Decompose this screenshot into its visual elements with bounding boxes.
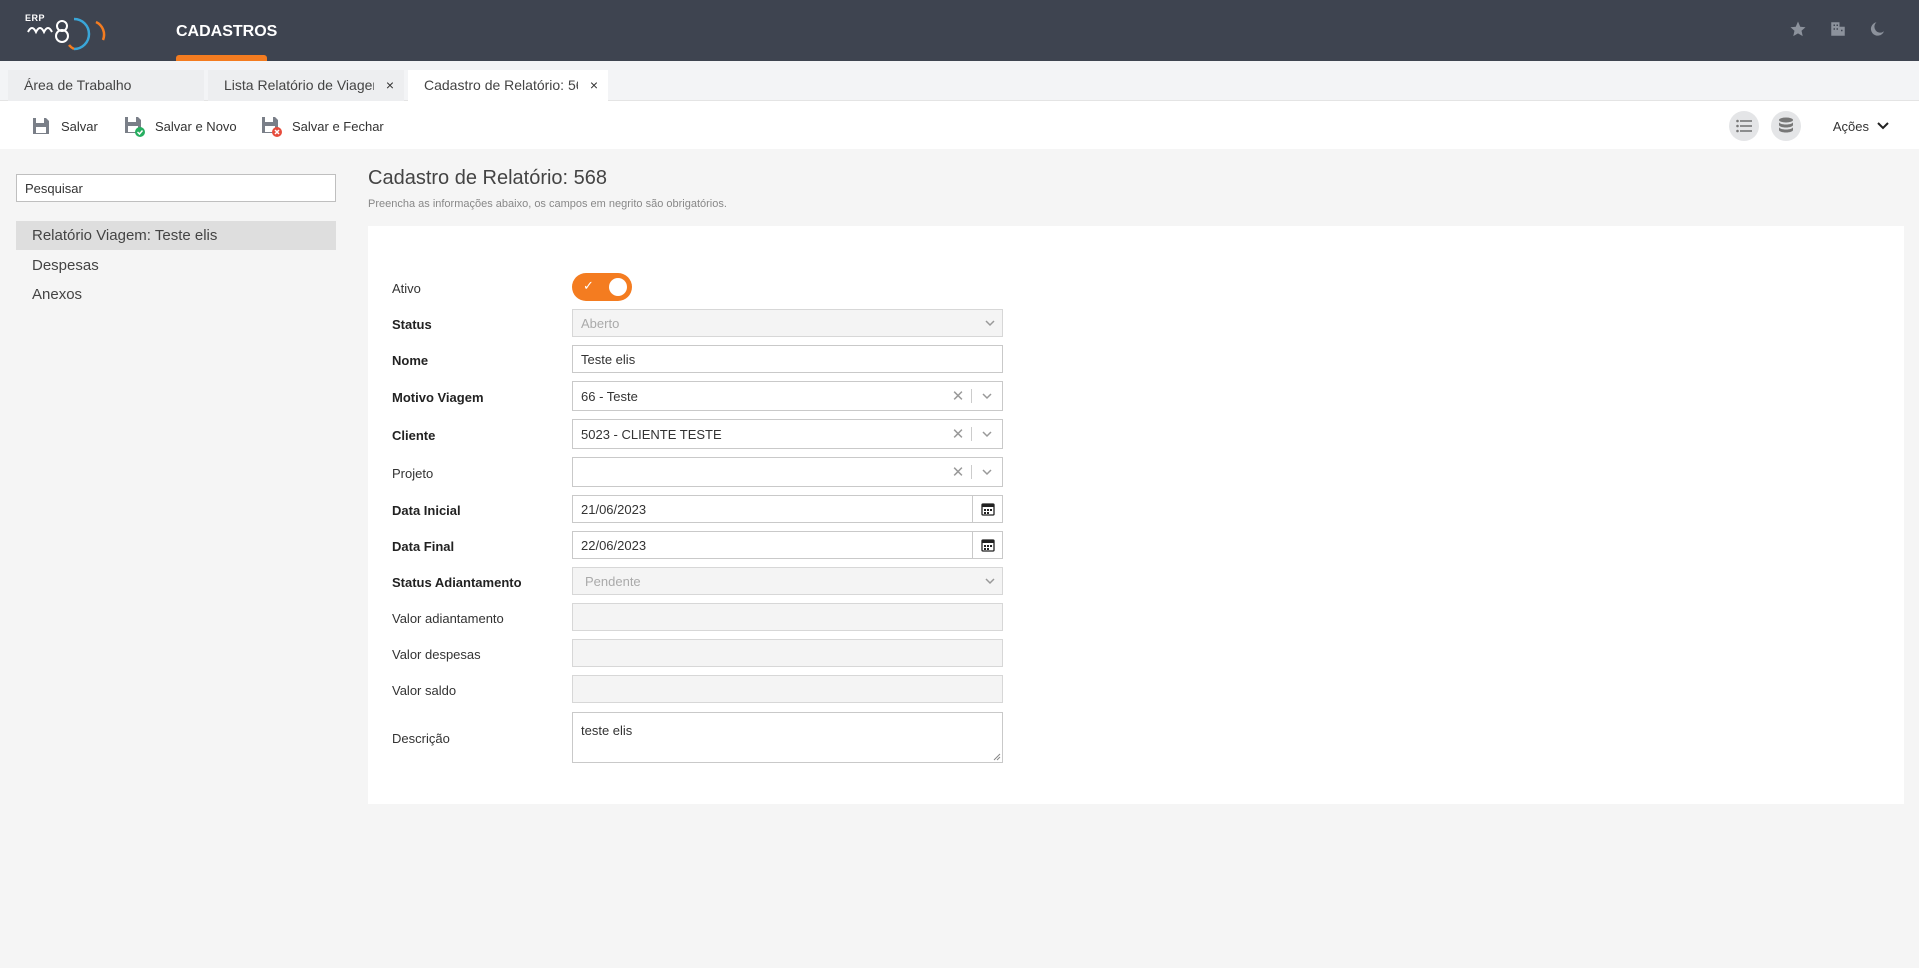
save-and-close-label: Salvar e Fechar	[292, 118, 384, 134]
top-bar: ERP CADASTROS	[0, 0, 1919, 61]
descricao-textarea[interactable]: teste elis	[572, 712, 1003, 763]
chevron-down-icon	[1877, 122, 1889, 130]
star-icon[interactable]	[1787, 18, 1809, 40]
database-icon	[1778, 117, 1793, 133]
toolbar: Salvar Salvar e Novo Salvar e Fechar Açõ…	[0, 101, 1919, 149]
ativo-toggle[interactable]: ✓	[572, 273, 632, 301]
status-adiantamento-label: Status Adiantamento	[392, 575, 522, 590]
status-adiantamento-value: Pendente	[585, 573, 641, 589]
page-title: Cadastro de Relatório: 568	[368, 167, 608, 189]
building-icon[interactable]	[1827, 18, 1849, 40]
calendar-icon[interactable]	[972, 496, 1002, 522]
chevron-down-icon	[985, 578, 995, 585]
tab-area-de-trabalho[interactable]: Área de Trabalho	[8, 70, 204, 101]
motivo-viagem-label: Motivo Viagem	[392, 390, 484, 405]
clear-icon[interactable]: ✕	[945, 425, 971, 443]
save-and-new-label: Salvar e Novo	[155, 118, 237, 134]
cliente-select[interactable]: 5023 - CLIENTE TESTE ✕	[572, 419, 1003, 449]
valor-saldo-label: Valor saldo	[392, 683, 457, 698]
tab-label: Lista Relatório de Viagem	[224, 77, 374, 93]
calendar-icon[interactable]	[972, 532, 1002, 558]
valor-saldo-input[interactable]	[572, 675, 1003, 703]
tab-cadastro-relatorio[interactable]: Cadastro de Relatório: 568 ×	[408, 70, 608, 101]
tab-lista-relatorio[interactable]: Lista Relatório de Viagem ×	[208, 70, 404, 101]
data-inicial-input[interactable]: 21/06/2023	[572, 495, 1003, 523]
cliente-label: Cliente	[392, 428, 436, 443]
motivo-viagem-value: 66 - Teste	[581, 388, 638, 404]
motivo-viagem-select[interactable]: 66 - Teste ✕	[572, 381, 1003, 411]
close-tab-icon[interactable]: ×	[590, 70, 598, 101]
sidebar-search-input[interactable]	[16, 174, 336, 202]
valor-despesas-label: Valor despesas	[392, 647, 481, 662]
chevron-down-icon[interactable]	[972, 466, 1002, 478]
valor-despesas-input[interactable]	[572, 639, 1003, 667]
sidebar-item-anexos[interactable]: Anexos	[16, 280, 336, 309]
save-label: Salvar	[61, 118, 98, 134]
moon-icon[interactable]	[1867, 18, 1889, 40]
save-button[interactable]: Salvar	[31, 114, 98, 138]
list-icon	[1736, 119, 1752, 133]
toolbar-right: Ações	[1728, 111, 1889, 141]
data-inicial-value: 21/06/2023	[581, 501, 647, 517]
chevron-down-icon[interactable]	[972, 390, 1002, 402]
projeto-select[interactable]: ✕	[572, 457, 1003, 487]
data-inicial-label: Data Inicial	[392, 503, 461, 518]
ativo-label: Ativo	[392, 281, 421, 296]
cliente-value: 5023 - CLIENTE TESTE	[581, 426, 722, 442]
module-title[interactable]: CADASTROS	[176, 0, 277, 61]
status-label: Status	[392, 317, 432, 332]
close-tab-icon[interactable]: ×	[386, 70, 394, 101]
tab-label: Área de Trabalho	[24, 77, 132, 93]
valor-adiantamento-label: Valor adiantamento	[392, 611, 504, 626]
descricao-label: Descrição	[392, 731, 450, 746]
actions-dropdown[interactable]: Ações	[1833, 119, 1889, 134]
status-select[interactable]: Aberto	[572, 309, 1003, 337]
chevron-down-icon	[985, 320, 995, 327]
clear-icon[interactable]: ✕	[945, 387, 971, 405]
chevron-down-icon[interactable]	[972, 428, 1002, 440]
nome-value: Teste elis	[581, 351, 636, 367]
clear-icon[interactable]: ✕	[945, 463, 971, 481]
page-subtitle: Preencha as informações abaixo, os campo…	[368, 198, 727, 210]
resize-handle-icon[interactable]	[993, 753, 1001, 761]
database-button[interactable]	[1770, 111, 1801, 141]
projeto-label: Projeto	[392, 466, 434, 481]
data-final-input[interactable]: 22/06/2023	[572, 531, 1003, 559]
nome-label: Nome	[392, 353, 429, 368]
sidebar-item-relatorio-viagem[interactable]: Relatório Viagem: Teste elis	[16, 221, 336, 250]
save-and-new-button[interactable]: Salvar e Novo	[123, 114, 237, 138]
status-adiantamento-select[interactable]: Pendente	[572, 567, 1003, 595]
save-icon	[33, 118, 49, 134]
descricao-value: teste elis	[581, 723, 633, 738]
logo-erp-text: ERP	[25, 13, 46, 23]
valor-adiantamento-input[interactable]	[572, 603, 1003, 631]
list-view-button[interactable]	[1728, 111, 1759, 141]
toggle-knob	[609, 278, 627, 296]
tab-label: Cadastro de Relatório: 568	[424, 77, 578, 93]
top-actions	[1787, 18, 1889, 40]
data-final-label: Data Final	[392, 539, 455, 554]
app-logo[interactable]: ERP	[25, 10, 115, 52]
actions-label: Ações	[1832, 118, 1869, 134]
sidebar-item-despesas[interactable]: Despesas	[16, 251, 336, 280]
save-close-icon	[262, 117, 282, 137]
save-new-icon	[125, 117, 145, 137]
check-icon: ✓	[583, 278, 594, 293]
tab-bar: Área de Trabalho Lista Relatório de Viag…	[0, 61, 1919, 101]
status-value: Aberto	[581, 315, 620, 331]
save-and-close-button[interactable]: Salvar e Fechar	[260, 114, 384, 138]
data-final-value: 22/06/2023	[581, 537, 647, 553]
nome-input[interactable]: Teste elis	[572, 345, 1003, 373]
